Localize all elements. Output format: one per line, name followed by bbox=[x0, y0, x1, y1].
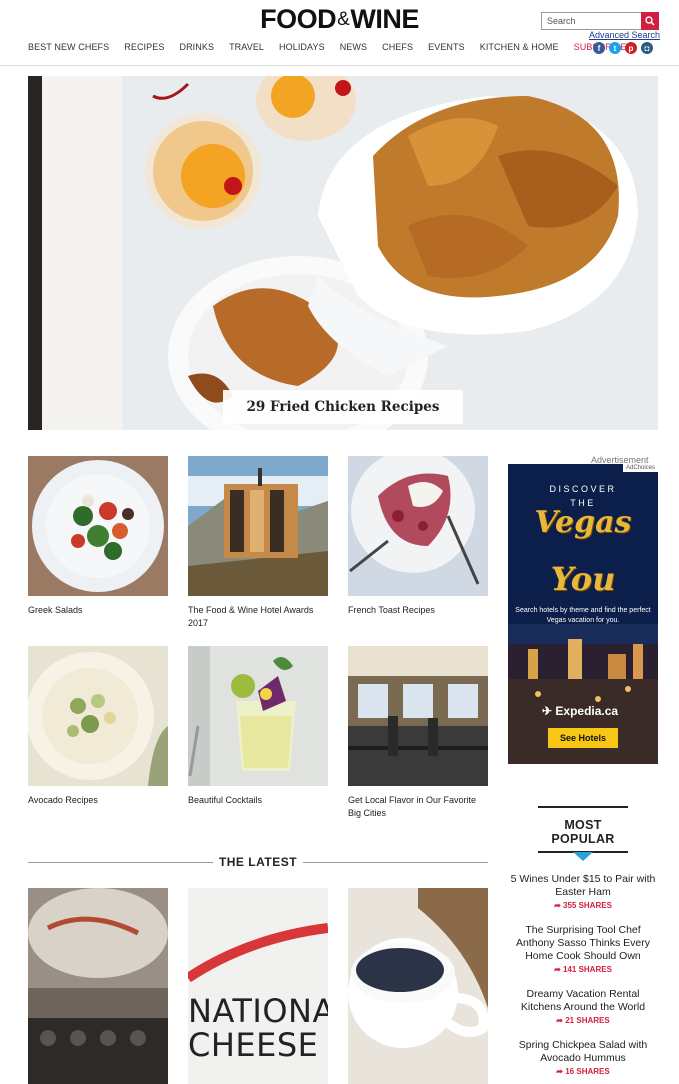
share-count: ➦ 16 SHARES bbox=[556, 1067, 610, 1076]
ad-you-text: You bbox=[550, 560, 616, 598]
facebook-icon[interactable]: f bbox=[593, 42, 605, 54]
nav-best-new-chefs[interactable]: BEST NEW CHEFS bbox=[28, 42, 109, 54]
card-title[interactable]: The Food & Wine Hotel Awards 2017 bbox=[188, 604, 328, 630]
card-french-toast[interactable]: French Toast Recipes bbox=[348, 456, 488, 617]
avocado-image bbox=[28, 646, 168, 786]
national-cheese-text: NATIONA CHEESE D bbox=[188, 992, 328, 1064]
popular-item-1[interactable]: 5 Wines Under $15 to Pair with Easter Ha… bbox=[508, 873, 658, 910]
share-count: ➦ 141 SHARES bbox=[554, 965, 612, 974]
adchoices-badge[interactable]: AdChoices bbox=[622, 464, 658, 472]
most-popular-title: MOST POPULAR bbox=[551, 818, 615, 846]
card-greek-salads[interactable]: Greek Salads bbox=[28, 456, 168, 617]
instagram-icon[interactable]: ◘ bbox=[641, 42, 653, 54]
share-arrow-icon: ➦ bbox=[554, 901, 563, 910]
card-title[interactable]: French Toast Recipes bbox=[348, 604, 488, 617]
nav-recipes[interactable]: RECIPES bbox=[124, 42, 164, 54]
twitter-icon[interactable]: t bbox=[609, 42, 621, 54]
card-hotel-awards[interactable]: The Food & Wine Hotel Awards 2017 bbox=[188, 456, 328, 630]
pinterest-icon[interactable]: p bbox=[625, 42, 637, 54]
site-header: FOOD&WINE Search Advanced Search BEST NE… bbox=[0, 0, 679, 66]
fried-chicken-photo bbox=[28, 76, 658, 430]
popular-title[interactable]: Spring Chickpea Salad with Avocado Hummu… bbox=[508, 1039, 658, 1065]
coffee-cup-image bbox=[348, 888, 488, 1084]
latest-card-3[interactable] bbox=[348, 888, 488, 1084]
popular-title[interactable]: Dreamy Vacation Rental Kitchens Around t… bbox=[508, 988, 658, 1014]
popular-title[interactable]: The Surprising Tool Chef Anthony Sasso T… bbox=[508, 924, 658, 963]
cocktail-image bbox=[188, 646, 328, 786]
nav-events[interactable]: EVENTS bbox=[428, 42, 465, 54]
latest-header: THE LATEST bbox=[28, 855, 488, 869]
card-title[interactable]: Avocado Recipes bbox=[28, 794, 168, 807]
french-toast-image bbox=[348, 456, 488, 596]
hotel-image bbox=[188, 456, 328, 596]
hero-caption[interactable]: 29 Fried Chicken Recipes bbox=[223, 390, 463, 424]
advanced-search-link[interactable]: Advanced Search bbox=[589, 30, 660, 40]
hero-image[interactable] bbox=[28, 76, 658, 430]
expedia-ad[interactable]: AdChoices DISCOVER THE Vegas You Search h… bbox=[508, 464, 658, 764]
chevron-down-icon bbox=[573, 852, 593, 861]
latest-card-2[interactable]: NATIONA CHEESE D bbox=[188, 888, 328, 1084]
ad-vegas-text: Vegas bbox=[534, 505, 632, 540]
card-avocado-recipes[interactable]: Avocado Recipes bbox=[28, 646, 168, 807]
popular-title[interactable]: 5 Wines Under $15 to Pair with Easter Ha… bbox=[508, 873, 658, 899]
ad-pitch-text: Search hotels by theme and find the perf… bbox=[515, 607, 651, 624]
search-input[interactable]: Search bbox=[541, 12, 642, 30]
social-links: f t p ◘ bbox=[593, 42, 653, 54]
expedia-logo: ✈ Expedia.ca bbox=[542, 704, 619, 718]
share-arrow-icon: ➦ bbox=[556, 1067, 566, 1076]
plane-icon: ✈ bbox=[542, 704, 553, 718]
nav-travel[interactable]: TRAVEL bbox=[229, 42, 264, 54]
popular-item-3[interactable]: Dreamy Vacation Rental Kitchens Around t… bbox=[508, 988, 658, 1025]
card-title[interactable]: Beautiful Cocktails bbox=[188, 794, 328, 807]
card-local-flavor[interactable]: Get Local Flavor in Our Favorite Big Cit… bbox=[348, 646, 488, 820]
city-cafe-image bbox=[348, 646, 488, 786]
share-count: ➦ 21 SHARES bbox=[556, 1016, 610, 1025]
share-count: ➦ 355 SHARES bbox=[554, 901, 612, 910]
card-title[interactable]: Get Local Flavor in Our Favorite Big Cit… bbox=[348, 794, 488, 820]
card-beautiful-cocktails[interactable]: Beautiful Cocktails bbox=[188, 646, 328, 807]
search-button[interactable] bbox=[641, 12, 659, 30]
card-title[interactable]: Greek Salads bbox=[28, 604, 168, 617]
see-hotels-button[interactable]: See Hotels bbox=[548, 728, 618, 748]
share-arrow-icon: ➦ bbox=[554, 965, 563, 974]
greek-salad-image bbox=[28, 456, 168, 596]
latest-card-1[interactable] bbox=[28, 888, 168, 1084]
popular-item-4[interactable]: Spring Chickpea Salad with Avocado Hummu… bbox=[508, 1039, 658, 1076]
nav-chefs[interactable]: CHEFS bbox=[382, 42, 413, 54]
nav-kitchen-home[interactable]: KITCHEN & HOME bbox=[480, 42, 559, 54]
main-nav: BEST NEW CHEFS RECIPES DRINKS TRAVEL HOL… bbox=[28, 42, 642, 54]
share-arrow-icon: ➦ bbox=[556, 1016, 566, 1025]
latest-title: THE LATEST bbox=[28, 855, 488, 869]
nav-drinks[interactable]: DRINKS bbox=[179, 42, 214, 54]
dining-hall-image bbox=[28, 888, 168, 1084]
search-icon bbox=[645, 16, 655, 26]
nav-holidays[interactable]: HOLIDAYS bbox=[279, 42, 325, 54]
nav-news[interactable]: NEWS bbox=[340, 42, 367, 54]
popular-item-2[interactable]: The Surprising Tool Chef Anthony Sasso T… bbox=[508, 924, 658, 974]
